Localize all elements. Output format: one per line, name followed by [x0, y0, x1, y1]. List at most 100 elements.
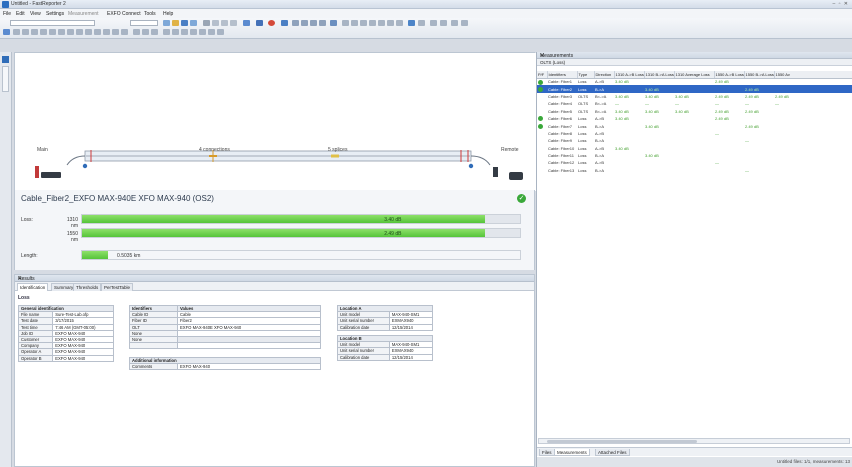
- measure-icon[interactable]: [256, 20, 263, 26]
- view-k-icon[interactable]: [94, 29, 101, 35]
- tool-o-icon[interactable]: [440, 20, 447, 26]
- tool-d-icon[interactable]: [330, 20, 337, 26]
- view-u-icon[interactable]: [190, 29, 197, 35]
- print-icon[interactable]: [203, 20, 210, 26]
- column-header[interactable]: P/F: [537, 71, 548, 79]
- measurement-row[interactable]: Cable: Fiber12 Loss A->B —: [537, 159, 852, 166]
- tool-i-icon[interactable]: [378, 20, 385, 26]
- view-m-icon[interactable]: [112, 29, 119, 35]
- view-n-icon[interactable]: [121, 29, 128, 35]
- tool-f-icon[interactable]: [351, 20, 358, 26]
- paste-icon[interactable]: [230, 20, 237, 26]
- tab-pertesttable[interactable]: PerTestTable: [101, 283, 134, 291]
- column-header[interactable]: 1310 B->A Loss: [644, 71, 675, 79]
- menu-measurement[interactable]: Measurement: [68, 11, 99, 17]
- measurement-row[interactable]: Cable: Fiber8 Loss A->B —: [537, 130, 852, 137]
- view-p-icon[interactable]: [142, 29, 149, 35]
- tool-a-icon[interactable]: [301, 20, 308, 26]
- column-header[interactable]: 1550 Av: [774, 71, 852, 79]
- view-h-icon[interactable]: [67, 29, 74, 35]
- menu-exfo-connect[interactable]: EXFO Connect: [107, 11, 141, 17]
- tool-m-icon[interactable]: [418, 20, 425, 26]
- column-header[interactable]: Direction: [594, 71, 615, 79]
- measurement-row[interactable]: Cable: Fiber13 Loss B->A —: [537, 167, 852, 174]
- tool-p-icon[interactable]: [451, 20, 458, 26]
- measurement-row[interactable]: Cable: Fiber2 Loss B->A 3.40 dB 2.49 dB: [537, 85, 852, 93]
- scroll-thumb[interactable]: [547, 440, 697, 443]
- column-header[interactable]: 1310 Average Loss: [674, 71, 715, 79]
- view-q-icon[interactable]: [151, 29, 158, 35]
- analyze-icon[interactable]: [292, 20, 299, 26]
- menu-edit[interactable]: Edit: [16, 11, 25, 17]
- view-a-icon[interactable]: [3, 29, 10, 35]
- view-d-icon[interactable]: [31, 29, 38, 35]
- toolbar-combo[interactable]: [10, 20, 95, 26]
- new-icon[interactable]: [163, 20, 170, 26]
- horizontal-scrollbar[interactable]: [538, 438, 850, 444]
- menu-tools[interactable]: Tools: [144, 11, 156, 17]
- copy-icon[interactable]: [221, 20, 228, 26]
- view-j-icon[interactable]: [85, 29, 92, 35]
- measurement-row[interactable]: Cable: Fiber6 Loss A->B 3.40 dB 2.49 dB: [537, 115, 852, 122]
- tool-k-icon[interactable]: [396, 20, 403, 26]
- view-f-icon[interactable]: [49, 29, 56, 35]
- measurement-row[interactable]: Cable: Fiber1 Loss A->B 3.40 dB 2.49 dB: [537, 78, 852, 85]
- view-g-icon[interactable]: [58, 29, 65, 35]
- cell-type: Loss: [577, 85, 594, 93]
- view-v-icon[interactable]: [199, 29, 206, 35]
- tab-measurements[interactable]: Measurements: [554, 449, 590, 456]
- tool-e-icon[interactable]: [342, 20, 349, 26]
- menu-file[interactable]: File: [3, 11, 11, 17]
- cut-icon[interactable]: [212, 20, 219, 26]
- tab-identification[interactable]: Identification: [17, 283, 49, 291]
- dock-pin-icon[interactable]: [2, 56, 9, 63]
- open-icon[interactable]: [172, 20, 179, 26]
- view-r-icon[interactable]: [163, 29, 170, 35]
- save-all-icon[interactable]: [190, 20, 197, 26]
- measurement-row[interactable]: Cable: Fiber11 Loss B->A 3.40 dB: [537, 152, 852, 159]
- measurement-row[interactable]: Cable: Fiber4 OLTS B<->A — — — — — —: [537, 100, 852, 107]
- zoom-combo[interactable]: [130, 20, 158, 26]
- dock-tab[interactable]: [2, 66, 9, 92]
- view-o-icon[interactable]: [133, 29, 140, 35]
- measurement-row[interactable]: Cable: Fiber5 OLTS B<->A 3.40 dB 3.40 dB 3.40…: [537, 108, 852, 115]
- record-icon[interactable]: [268, 20, 275, 26]
- tool-j-icon[interactable]: [387, 20, 394, 26]
- view-i-icon[interactable]: [76, 29, 83, 35]
- tool-n-icon[interactable]: [430, 20, 437, 26]
- tool-q-icon[interactable]: [461, 20, 468, 26]
- column-header[interactable]: 1550 A->B Loss: [714, 71, 745, 79]
- window-controls[interactable]: ‒ ▫ ✕: [832, 1, 849, 7]
- tab-files[interactable]: Files: [539, 449, 555, 456]
- view-t-icon[interactable]: [181, 29, 188, 35]
- menu-view[interactable]: View: [30, 11, 41, 17]
- measurement-row[interactable]: Cable: Fiber7 Loss B->A 3.40 dB 2.49 dB: [537, 122, 852, 129]
- view-l-icon[interactable]: [103, 29, 110, 35]
- view-s-icon[interactable]: [172, 29, 179, 35]
- measurement-row[interactable]: Cable: Fiber10 Loss A->B 3.40 dB: [537, 145, 852, 152]
- column-header[interactable]: Identifiers: [547, 71, 578, 79]
- column-header[interactable]: Type: [577, 71, 595, 79]
- save-icon[interactable]: [181, 20, 188, 26]
- report-icon[interactable]: [243, 20, 250, 26]
- view-x-icon[interactable]: [217, 29, 224, 35]
- tool-l-icon[interactable]: [408, 20, 415, 26]
- measurement-row[interactable]: Cable: Fiber3 OLTS B<->A 3.40 dB 3.40 dB 3.40…: [537, 93, 852, 100]
- menu-settings[interactable]: Settings: [46, 11, 64, 17]
- column-header[interactable]: 1310 A->B Loss: [614, 71, 645, 79]
- tool-b-icon[interactable]: [310, 20, 317, 26]
- tool-g-icon[interactable]: [360, 20, 367, 26]
- batch-icon[interactable]: [281, 20, 288, 26]
- view-c-icon[interactable]: [22, 29, 29, 35]
- view-e-icon[interactable]: [40, 29, 47, 35]
- tab-attached-files[interactable]: Attached Files: [595, 449, 630, 456]
- view-b-icon[interactable]: [13, 29, 20, 35]
- tab-thresholds[interactable]: Thresholds: [73, 283, 102, 291]
- cell-dir: A->B: [595, 145, 605, 151]
- column-header[interactable]: 1550 B->A Loss: [744, 71, 775, 79]
- measurement-row[interactable]: Cable: Fiber9 Loss B->A —: [537, 137, 852, 144]
- tool-c-icon[interactable]: [319, 20, 326, 26]
- view-w-icon[interactable]: [208, 29, 215, 35]
- menu-help[interactable]: Help: [163, 11, 173, 17]
- tool-h-icon[interactable]: [369, 20, 376, 26]
